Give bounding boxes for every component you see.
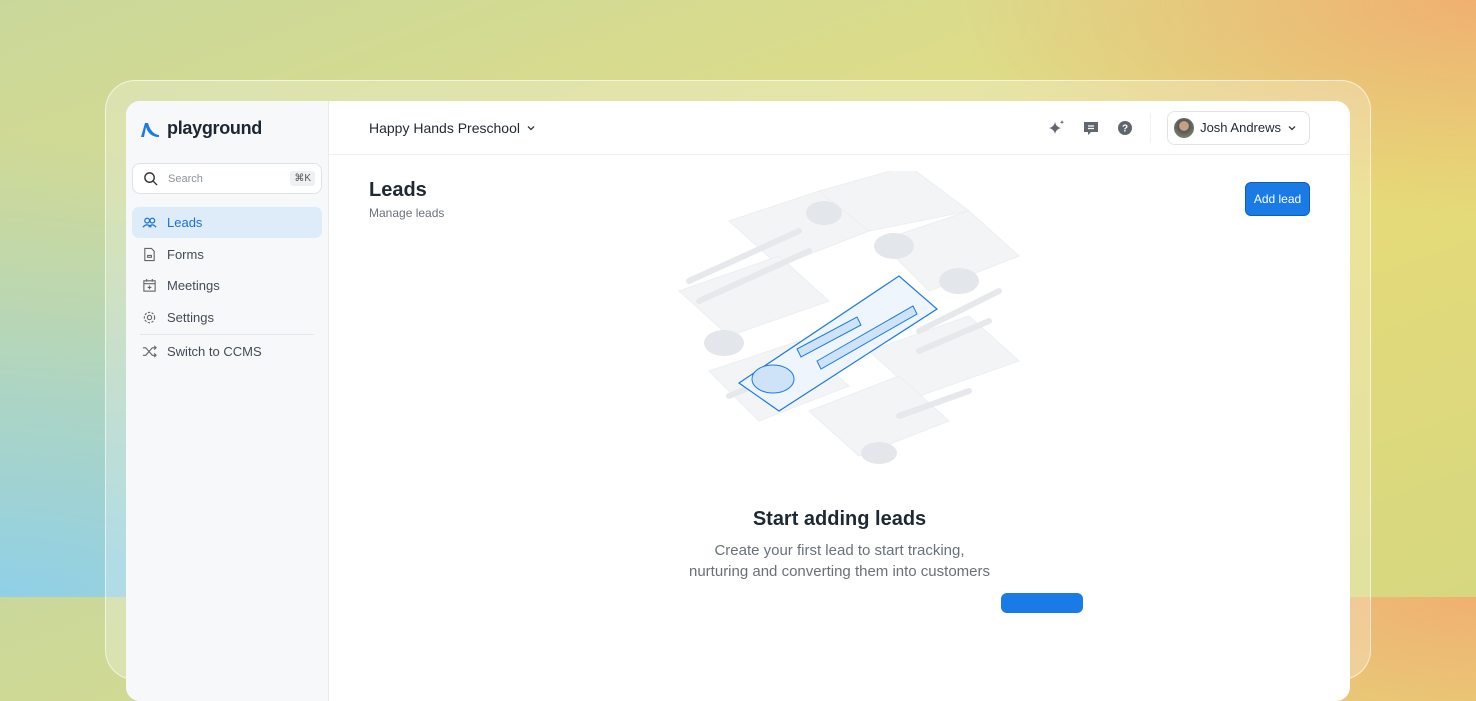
avatar	[1174, 117, 1195, 138]
empty-state-description: Create your first lead to start tracking…	[329, 540, 1350, 582]
brand-name: playground	[167, 118, 262, 138]
page-title: Leads	[369, 179, 427, 201]
top-bar: Happy Hands Preschool ? Josh Andrews	[329, 101, 1350, 155]
sidebar-item-meetings[interactable]: Meetings	[132, 270, 322, 301]
user-name: Josh Andrews	[1200, 120, 1281, 135]
sidebar-item-label: Forms	[167, 246, 204, 262]
logo: playground	[139, 118, 322, 139]
sidebar-item-label: Leads	[167, 215, 203, 230]
help-icon[interactable]: ?	[1116, 119, 1134, 137]
chevron-down-icon	[527, 125, 535, 130]
main-content: Happy Hands Preschool ? Josh Andrews Lea…	[329, 101, 1350, 701]
divider	[140, 333, 314, 335]
sidebar: playground Search ⌘K Leads Forms Meeting…	[126, 101, 329, 701]
empty-state-illustration	[678, 171, 1020, 464]
org-switcher[interactable]: Happy Hands Preschool	[369, 120, 536, 136]
users-icon	[142, 217, 157, 228]
calendar-icon	[143, 279, 156, 292]
svg-text:?: ?	[1122, 123, 1128, 134]
sparkle-icon[interactable]	[1048, 119, 1066, 137]
page-subtitle: Manage leads	[369, 206, 445, 220]
sidebar-item-label: Settings	[167, 309, 214, 325]
sidebar-item-label: Meetings	[167, 278, 220, 294]
message-icon[interactable]	[1082, 119, 1100, 137]
user-menu[interactable]: Josh Andrews	[1167, 110, 1310, 145]
sidebar-item-label: Switch to CCMS	[167, 343, 262, 359]
sidebar-item-forms[interactable]: Forms	[132, 239, 322, 270]
org-name: Happy Hands Preschool	[369, 119, 520, 136]
shuffle-icon	[142, 345, 157, 358]
divider	[1150, 112, 1152, 143]
app-window: playground Search ⌘K Leads Forms Meeting…	[126, 101, 1350, 701]
search-input[interactable]: Search ⌘K	[132, 163, 322, 194]
add-lead-button[interactable]: Add lead	[1245, 182, 1310, 216]
document-icon	[144, 247, 155, 261]
sidebar-item-settings[interactable]: Settings	[132, 302, 322, 333]
empty-state-title: Start adding leads	[752, 508, 927, 530]
gear-icon	[143, 311, 156, 323]
empty-state-add-button[interactable]	[1001, 593, 1083, 613]
slide-logo-icon	[141, 122, 159, 137]
search-icon	[144, 172, 158, 186]
empty-state-line: nurturing and converting them into custo…	[689, 563, 990, 580]
search-shortcut: ⌘K	[290, 171, 315, 186]
chevron-down-icon	[1288, 125, 1296, 130]
empty-state-line: Create your first lead to start tracking…	[714, 542, 965, 559]
sidebar-item-leads[interactable]: Leads	[132, 207, 322, 238]
switch-to-ccms[interactable]: Switch to CCMS	[132, 336, 322, 367]
search-placeholder: Search	[168, 172, 203, 185]
